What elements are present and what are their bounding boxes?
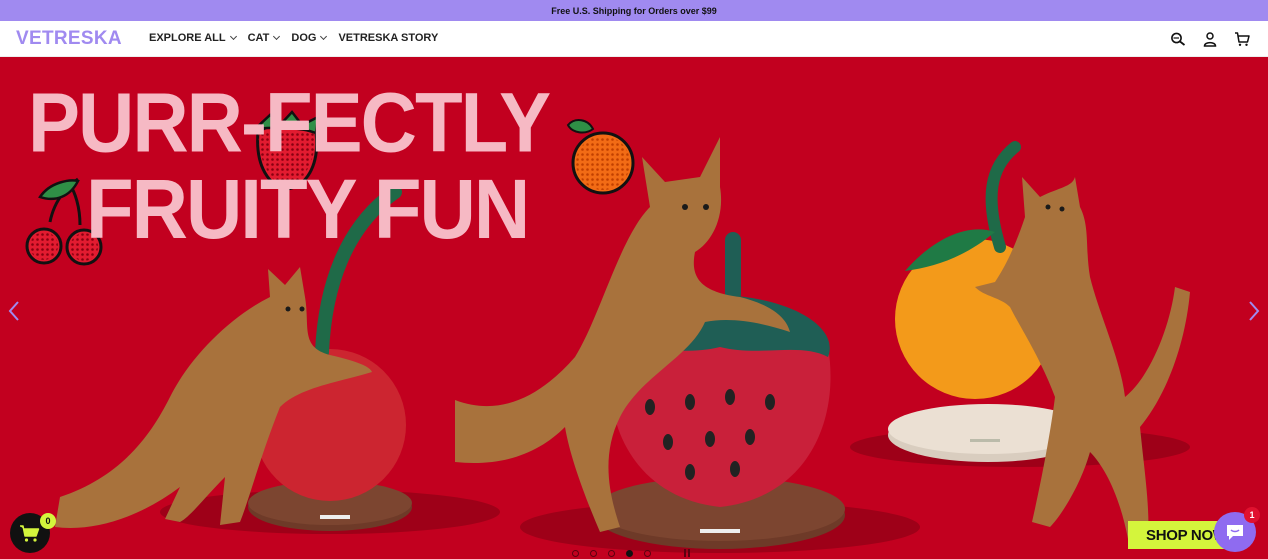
nav-item-label: CAT	[247, 32, 270, 44]
slider-dots	[572, 549, 692, 557]
brand-logo[interactable]: VETRESKA	[16, 28, 122, 50]
hero-headline-line2: FRUITY FUN	[86, 161, 530, 257]
announcement-text: Free U.S. Shipping for Orders over $99	[551, 5, 717, 16]
nav-item-dog[interactable]: DOG	[291, 32, 328, 44]
slider-prev-button[interactable]	[6, 299, 22, 323]
chat-count-badge: 1	[1244, 507, 1260, 523]
slider-dot[interactable]	[644, 549, 651, 557]
slider-pause-button[interactable]	[684, 549, 692, 557]
account-icon[interactable]	[1202, 31, 1218, 47]
cart-count-badge: 0	[40, 513, 56, 529]
hero-banner[interactable]: PURR-FECTLY FRUITY FUN SHOP NOW	[0, 57, 1268, 559]
hero-headline: PURR-FECTLY FRUITY FUN	[28, 74, 551, 257]
site-header: VETRESKA EXPLORE ALL CAT DOG VETRESKA ST…	[0, 21, 1268, 57]
chevron-down-icon	[320, 32, 328, 41]
nav-item-label: DOG	[291, 32, 317, 44]
header-icons	[1170, 31, 1250, 47]
chevron-down-icon	[229, 32, 237, 41]
slider-dot[interactable]	[608, 549, 615, 557]
slider-next-button[interactable]	[1246, 299, 1262, 323]
nav-item-label: VETRESKA STORY	[338, 32, 439, 44]
cart-icon	[20, 525, 40, 542]
cart-icon[interactable]	[1234, 31, 1250, 47]
main-nav: EXPLORE ALL CAT DOG VETRESKA STORY	[149, 32, 450, 44]
chat-icon	[1227, 525, 1243, 540]
nav-item-vetreska-story[interactable]: VETRESKA STORY	[338, 32, 438, 44]
chevron-right-icon	[1249, 301, 1260, 321]
slider-dot[interactable]	[590, 549, 597, 557]
announcement-bar: Free U.S. Shipping for Orders over $99	[0, 0, 1268, 21]
hero-headline-line1: PURR-FECTLY	[28, 74, 551, 170]
slider-dot-active[interactable]	[626, 549, 633, 557]
slider-dot[interactable]	[572, 549, 579, 557]
chevron-left-icon	[8, 301, 19, 321]
nav-item-label: EXPLORE ALL	[149, 32, 226, 44]
search-icon[interactable]	[1170, 31, 1186, 47]
chevron-down-icon	[273, 32, 281, 41]
nav-item-cat[interactable]: CAT	[247, 32, 281, 44]
nav-item-explore-all[interactable]: EXPLORE ALL	[149, 32, 237, 44]
